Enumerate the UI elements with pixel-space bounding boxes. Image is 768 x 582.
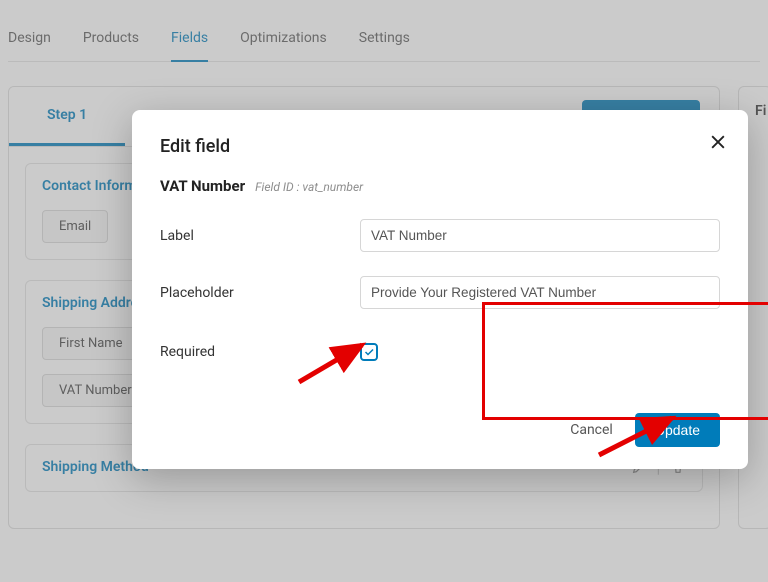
required-checkbox[interactable] (360, 343, 378, 361)
cancel-button[interactable]: Cancel (570, 422, 613, 438)
annotation-red-box (482, 302, 768, 420)
field-id-label: Field ID : vat_number (255, 180, 363, 194)
field-name-label: VAT Number (160, 177, 245, 195)
placeholder-input[interactable] (360, 276, 720, 309)
row-label-required: Required (160, 344, 360, 360)
modal-title: Edit field (160, 136, 720, 157)
update-button[interactable]: Update (635, 413, 720, 447)
close-icon[interactable] (708, 132, 728, 156)
label-input[interactable] (360, 219, 720, 252)
edit-field-modal: Edit field VAT Number Field ID : vat_num… (132, 110, 748, 469)
row-label-label: Label (160, 228, 360, 244)
row-label-placeholder: Placeholder (160, 285, 360, 301)
